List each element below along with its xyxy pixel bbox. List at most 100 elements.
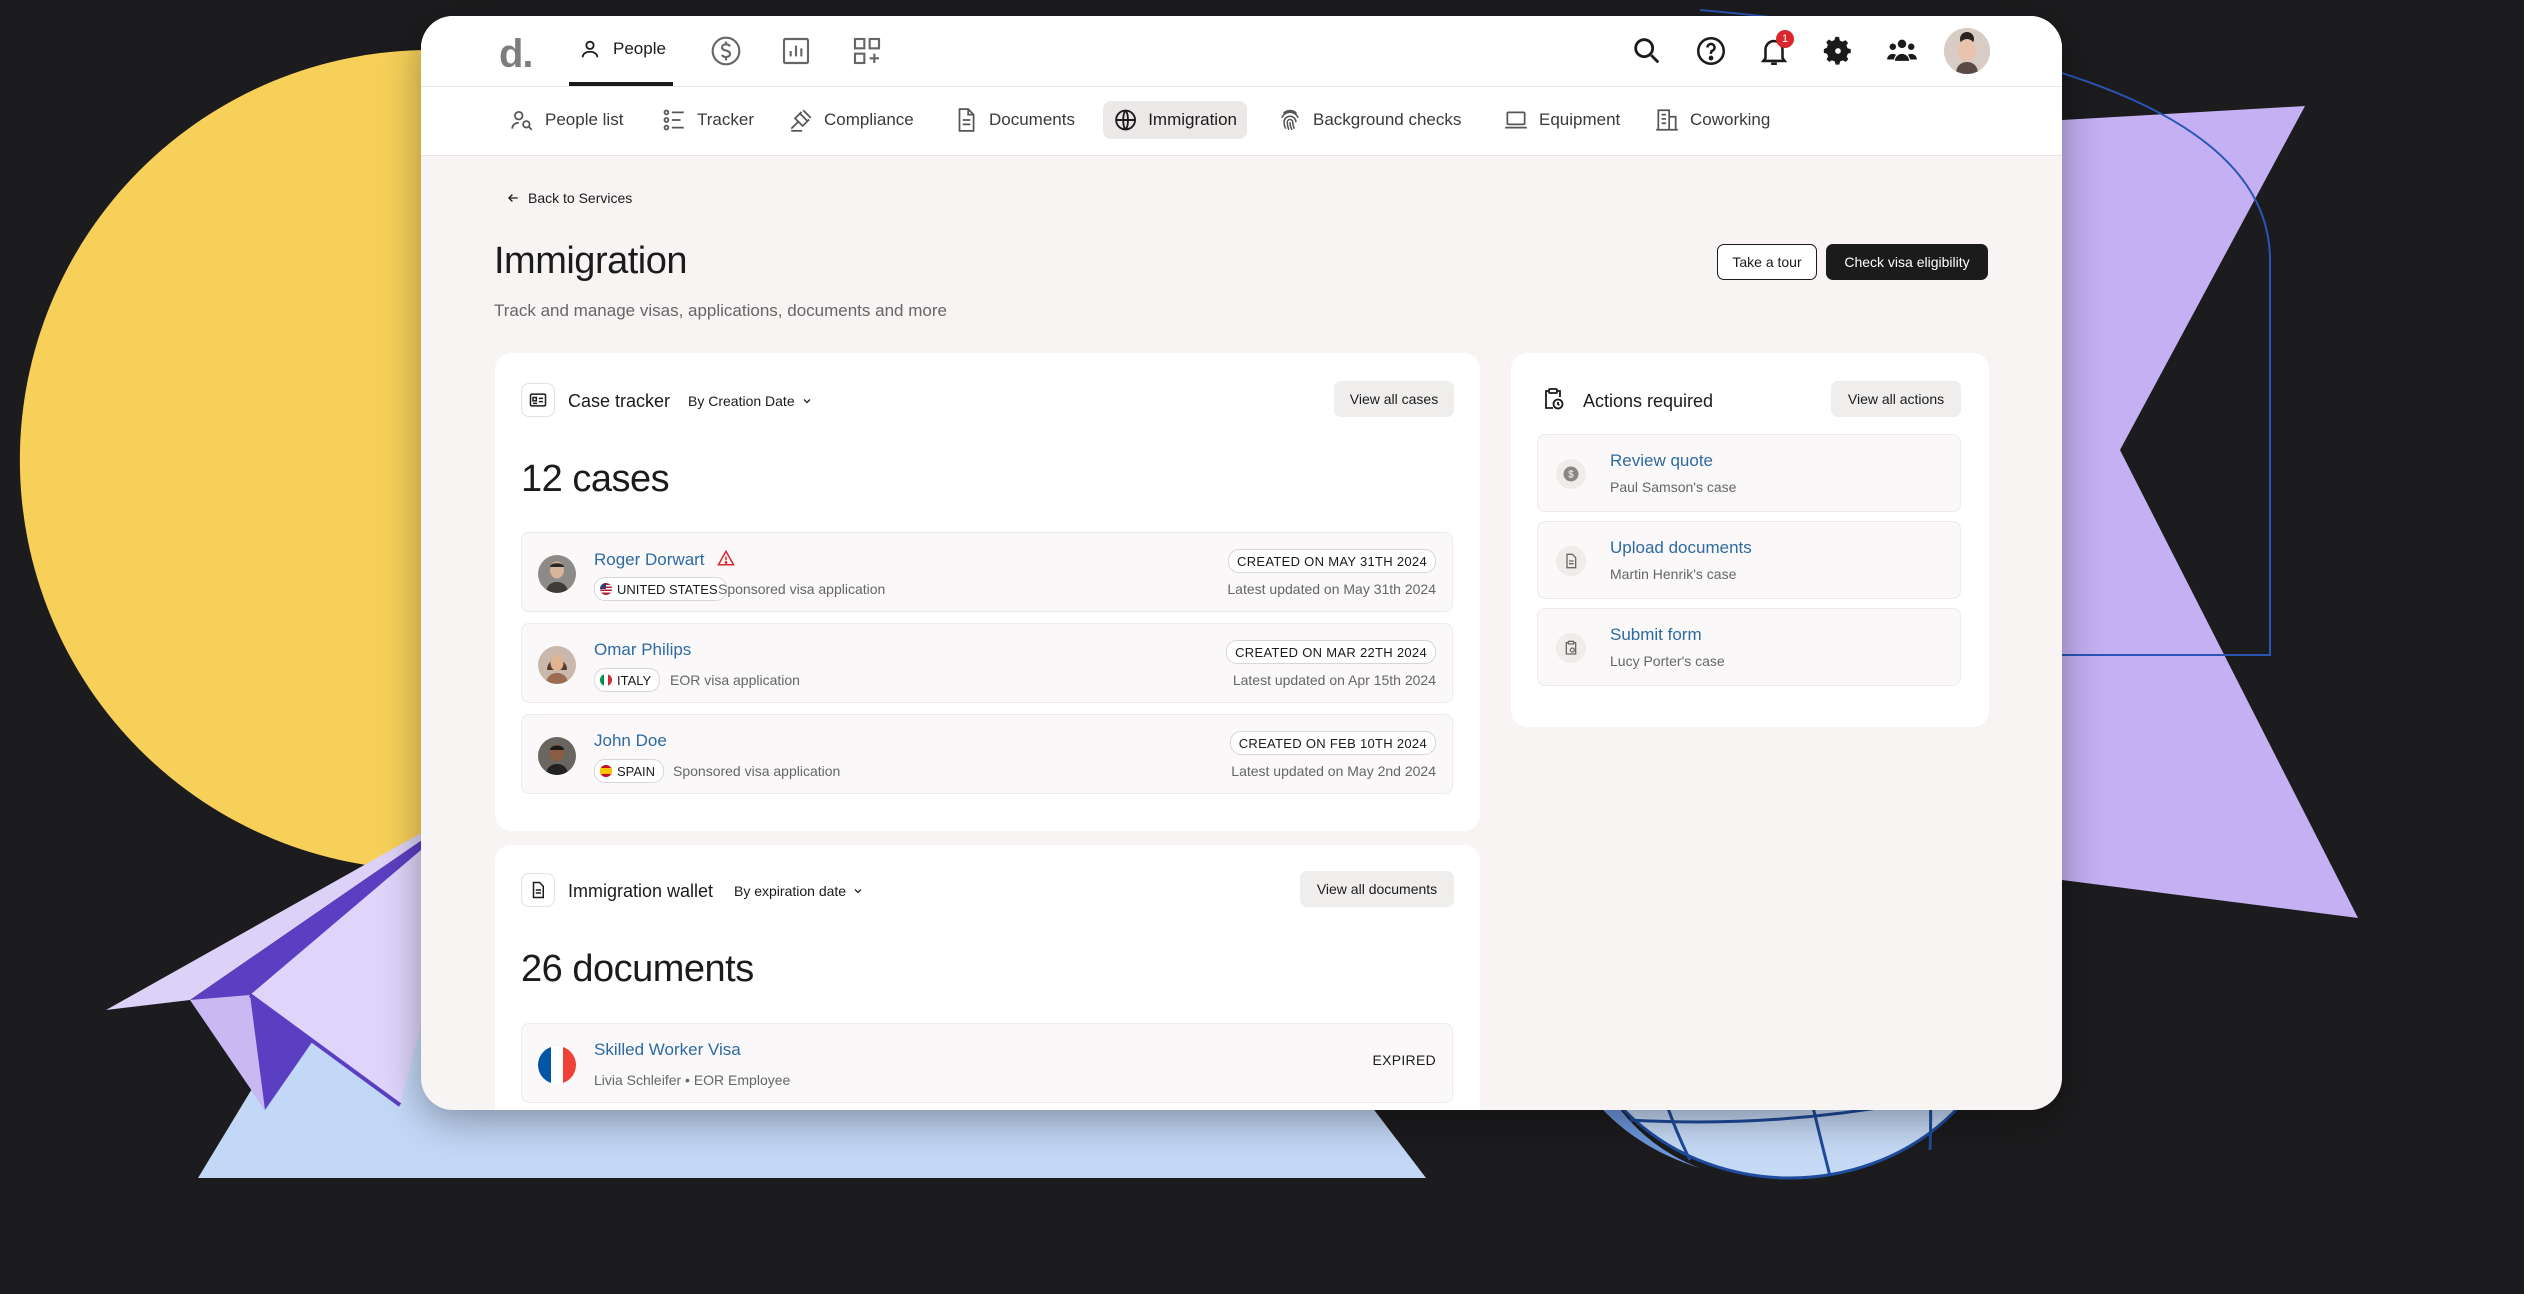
subnav-immigration[interactable]: Immigration (1103, 101, 1247, 139)
spain-flag-icon (600, 765, 612, 777)
case-name[interactable]: Omar Philips (594, 640, 691, 660)
document-sub: Livia Schleifer • EOR Employee (594, 1072, 791, 1088)
subnav-label: Documents (989, 110, 1075, 129)
document-name[interactable]: Skilled Worker Visa (594, 1040, 741, 1060)
logo: d. (499, 32, 534, 76)
country-chip: SPAIN (594, 759, 665, 783)
case-type: Sponsored visa application (673, 763, 841, 779)
case-row[interactable]: Roger Dorwart UNITED STATES Sponsored vi… (521, 532, 1453, 612)
action-item[interactable]: Submit form Lucy Porter's case (1537, 608, 1961, 686)
document-icon (958, 108, 975, 132)
document-row[interactable]: Skilled Worker Visa Livia Schleifer • EO… (521, 1023, 1453, 1103)
chevron-down-icon (854, 889, 862, 894)
top-navigation: d. People 1 (421, 16, 2062, 87)
chevron-down-icon (803, 399, 811, 404)
action-title: Submit form (1610, 625, 1702, 644)
subnav-label: Background checks (1313, 110, 1462, 129)
updated-text: Latest updated on Apr 15th 2024 (1232, 672, 1436, 688)
nav-people-tab[interactable]: People (569, 16, 673, 86)
apps-icon[interactable] (851, 35, 883, 67)
wallet-icon-box (521, 873, 555, 907)
cases-count: 12 cases (521, 458, 670, 500)
subnav-equipment[interactable]: Equipment (1493, 101, 1630, 139)
action-item[interactable]: Upload documents Martin Henrik's case (1537, 521, 1961, 599)
case-row[interactable]: John Doe SPAIN Sponsored visa applicatio… (521, 714, 1453, 794)
take-tour-button[interactable]: Take a tour (1717, 244, 1817, 280)
subnav-people-list[interactable]: People list (499, 101, 633, 139)
subnav-tracker[interactable]: Tracker (651, 101, 764, 139)
app-window: d. People 1 People list Tracker Complian… (421, 16, 2062, 1110)
help-icon[interactable] (1694, 34, 1728, 68)
team-icon[interactable] (1885, 34, 1919, 68)
immigration-wallet-card: Immigration wallet By expiration date Vi… (495, 845, 1480, 1110)
view-all-actions-button[interactable]: View all actions (1831, 381, 1961, 417)
view-all-cases-button[interactable]: View all cases (1334, 381, 1454, 417)
warning-icon (717, 549, 736, 566)
subnav-documents[interactable]: Documents (943, 101, 1085, 139)
subnav-label: Tracker (697, 110, 754, 129)
updated-text: Latest updated on May 31th 2024 (1227, 581, 1436, 597)
created-badge: CREATED ON FEB 10TH 2024 (1229, 731, 1436, 755)
back-to-services-link[interactable]: Back to Services (506, 190, 632, 206)
view-all-documents-button[interactable]: View all documents (1300, 871, 1454, 907)
case-tracker-title: Case tracker (568, 391, 671, 411)
country-chip: UNITED STATES (594, 577, 727, 601)
dollar-icon: $ (1556, 459, 1586, 489)
country-chip: ITALY (594, 668, 661, 692)
gavel-icon (790, 109, 812, 132)
reports-icon[interactable] (780, 35, 812, 67)
updated-text: Latest updated on May 2nd 2024 (1231, 763, 1436, 779)
documents-count: 26 documents (521, 948, 754, 990)
person-icon (581, 40, 599, 58)
user-avatar[interactable] (1944, 28, 1990, 74)
case-name[interactable]: John Doe (594, 731, 667, 751)
gear-icon[interactable] (1821, 34, 1855, 68)
subnav-label: People list (545, 110, 624, 129)
italy-flag-icon (600, 674, 612, 686)
document-icon (1556, 546, 1586, 576)
subnav-label: Equipment (1539, 110, 1621, 129)
building-icon (1656, 109, 1678, 131)
globe-icon (1115, 109, 1136, 131)
subnav-coworking[interactable]: Coworking (1644, 101, 1780, 139)
person-search-icon (511, 111, 533, 131)
wallet-sort-dropdown[interactable]: By expiration date (734, 883, 864, 899)
action-title: Review quote (1610, 451, 1714, 470)
wallet-title: Immigration wallet (568, 881, 714, 901)
created-badge: CREATED ON MAY 31TH 2024 (1228, 549, 1436, 573)
svg-text:$: $ (1568, 469, 1574, 480)
case-name-text: Roger Dorwart (594, 550, 705, 569)
laptop-icon (1505, 111, 1527, 129)
search-icon[interactable] (1630, 34, 1664, 68)
check-visa-eligibility-button[interactable]: Check visa eligibility (1826, 244, 1988, 280)
page-subtitle: Track and manage visas, applications, do… (494, 301, 947, 320)
case-sort-dropdown[interactable]: By Creation Date (688, 393, 813, 409)
action-sub: Paul Samson's case (1610, 479, 1737, 495)
subnav-label: Immigration (1148, 110, 1237, 129)
action-item[interactable]: $ Review quote Paul Samson's case (1537, 434, 1961, 512)
country-label: UNITED STATES (617, 581, 718, 597)
nav-people-label: People (613, 39, 666, 58)
avatar (538, 737, 576, 775)
case-tracker-icon-box (521, 383, 555, 417)
document-status: EXPIRED (1372, 1052, 1436, 1068)
case-type: EOR visa application (670, 672, 800, 688)
subnav-label: Compliance (824, 110, 914, 129)
clipboard-clock-icon (1545, 388, 1564, 410)
tracker-icon (663, 109, 684, 131)
avatar (538, 646, 576, 684)
actions-title: Actions required (1583, 391, 1714, 411)
subnav-label: Coworking (1690, 110, 1771, 129)
actions-required-card: Actions required View all actions $ Revi… (1511, 353, 1989, 727)
subnav-background-checks[interactable]: Background checks (1267, 101, 1471, 139)
case-name[interactable]: Roger Dorwart (594, 549, 736, 570)
case-tracker-card: Case tracker By Creation Date View all c… (495, 353, 1480, 831)
case-sort-label: By Creation Date (688, 393, 795, 409)
case-row[interactable]: Omar Philips ITALY EOR visa application … (521, 623, 1453, 703)
avatar (538, 555, 576, 593)
created-badge: CREATED ON MAR 22TH 2024 (1226, 640, 1436, 664)
dollar-icon[interactable] (710, 35, 742, 67)
subnav-compliance[interactable]: Compliance (778, 101, 924, 139)
arrow-left-icon (508, 194, 518, 202)
fingerprint-icon (1281, 109, 1299, 131)
